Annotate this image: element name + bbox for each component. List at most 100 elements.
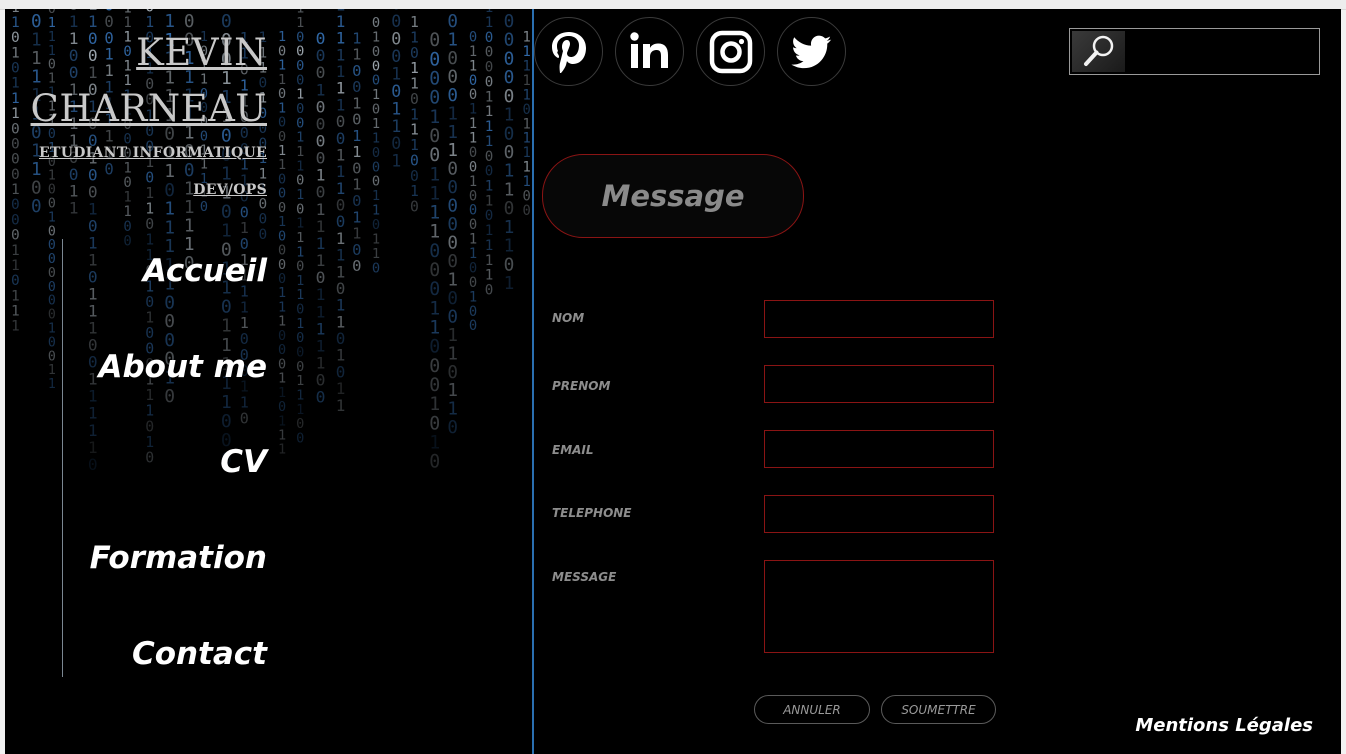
matrix-glyph: 1 — [447, 104, 458, 124]
matrix-glyph: 0 — [429, 49, 440, 70]
matrix-glyph: 0 — [48, 252, 56, 267]
message-heading-pill: Message — [542, 154, 804, 238]
matrix-glyph: 0 — [429, 260, 440, 281]
matrix-glyph: 1 — [429, 164, 440, 185]
pinterest-link[interactable] — [534, 17, 603, 86]
sidebar-panel: 1101011100001000110111001111101100011101… — [5, 9, 534, 754]
matrix-glyph: 0 — [485, 60, 494, 76]
matrix-glyph: 0 — [429, 452, 440, 473]
message-heading: Message — [601, 179, 745, 213]
legal-notice-link[interactable]: Mentions Légales — [1135, 715, 1313, 736]
matrix-glyph: 1 — [123, 15, 131, 31]
matrix-glyph: 0 — [391, 12, 401, 31]
linkedin-icon — [629, 31, 668, 68]
matrix-glyph: 0 — [184, 161, 195, 181]
twitter-link[interactable] — [777, 17, 846, 86]
matrix-glyph: 0 — [259, 197, 268, 213]
matrix-glyph: 0 — [352, 159, 361, 177]
matrix-glyph: 0 — [145, 449, 154, 466]
matrix-glyph: 0 — [48, 335, 56, 350]
search-box[interactable] — [1069, 28, 1320, 75]
matrix-glyph: 0 — [469, 318, 477, 334]
email-label: EMAIL — [552, 443, 594, 457]
matrix-glyph: 1 — [31, 67, 42, 87]
matrix-glyph: 0 — [11, 197, 20, 213]
matrix-glyph: 1 — [485, 193, 494, 209]
matrix-glyph: 1 — [48, 72, 56, 87]
matrix-glyph: 0 — [11, 61, 20, 77]
matrix-glyph: 1 — [447, 271, 458, 291]
matrix-glyph: 0 — [48, 197, 56, 212]
matrix-glyph: 0 — [447, 307, 458, 327]
matrix-glyph: 0 — [48, 266, 56, 281]
matrix-glyph: 0 — [447, 234, 458, 254]
matrix-glyph: 1 — [485, 179, 494, 195]
matrix-glyph: 1 — [429, 318, 440, 339]
matrix-glyph: 0 — [259, 227, 268, 243]
matrix-glyph: 0 — [11, 273, 20, 289]
search-input[interactable] — [1127, 31, 1317, 72]
matrix-glyph: 0 — [48, 280, 56, 295]
matrix-glyph: 1 — [391, 152, 401, 171]
submit-button[interactable]: SOUMETTRE — [881, 695, 996, 724]
matrix-glyph: 1 — [11, 288, 20, 304]
brand-subtitle-role[interactable]: DEV/OPS — [193, 182, 267, 198]
matrix-glyph: 1 — [69, 199, 79, 218]
matrix-glyph: 1 — [11, 15, 20, 31]
matrix-glyph: 0 — [447, 197, 458, 217]
email-field[interactable] — [764, 430, 994, 468]
matrix-glyph: 1 — [145, 185, 154, 202]
search-button[interactable] — [1072, 31, 1125, 72]
nav-item-about-me[interactable]: About me — [99, 349, 268, 385]
nav-item-contact[interactable]: Contact — [132, 636, 267, 672]
message-textarea[interactable] — [764, 560, 994, 653]
matrix-glyph: 1 — [429, 433, 440, 454]
matrix-glyph: 1 — [145, 403, 154, 420]
matrix-glyph: 1 — [447, 326, 458, 346]
brand-first-name[interactable]: KEVIN — [136, 31, 267, 74]
matrix-glyph: 1 — [145, 309, 154, 326]
telephone-field[interactable] — [764, 495, 994, 533]
matrix-glyph: 0 — [447, 67, 458, 87]
matrix-glyph: 1 — [11, 304, 20, 320]
linkedin-link[interactable] — [615, 17, 684, 86]
matrix-glyph: 0 — [11, 152, 20, 168]
nav-item-accueil[interactable]: Accueil — [143, 253, 267, 289]
matrix-glyph: 0 — [11, 137, 20, 153]
matrix-glyph: 0 — [429, 88, 440, 109]
nav-item-formation[interactable]: Formation — [90, 540, 267, 576]
matrix-glyph: 0 — [31, 178, 42, 198]
matrix-glyph: 0 — [429, 375, 440, 396]
prenom-field[interactable] — [764, 365, 994, 403]
matrix-glyph: 1 — [48, 44, 56, 59]
matrix-glyph: 1 — [221, 392, 232, 413]
nav-item-cv[interactable]: CV — [220, 444, 267, 480]
message-label: MESSAGE — [552, 570, 617, 584]
nom-field[interactable] — [764, 300, 994, 338]
matrix-glyph: 0 — [352, 111, 361, 129]
matrix-glyph: 0 — [104, 29, 113, 47]
matrix-glyph: 0 — [447, 160, 458, 180]
matrix-glyph: 1 — [485, 268, 494, 284]
matrix-glyph: 1 — [11, 91, 20, 107]
matrix-glyph: 1 — [352, 225, 361, 243]
matrix-glyph: 0 — [123, 233, 131, 249]
matrix-glyph: 0 — [429, 279, 440, 300]
matrix-glyph: 0 — [11, 30, 20, 46]
matrix-glyph: 0 — [429, 126, 440, 147]
twitter-icon — [790, 35, 831, 68]
matrix-glyph: 1 — [429, 203, 440, 224]
matrix-glyph: 0 — [104, 13, 113, 31]
matrix-glyph: 1 — [259, 166, 268, 182]
matrix-glyph: 0 — [429, 413, 440, 434]
brand-last-name[interactable]: CHARNEAU — [31, 87, 267, 130]
brand-subtitle[interactable]: ETUDIANT INFORMATIQUE — [39, 145, 267, 161]
cancel-button[interactable]: ANNULER — [754, 695, 870, 724]
matrix-glyph: 0 — [447, 252, 458, 272]
matrix-glyph: 0 — [485, 45, 494, 61]
matrix-glyph: 0 — [240, 409, 249, 427]
matrix-glyph: 0 — [447, 418, 458, 438]
matrix-glyph: 1 — [48, 363, 56, 378]
instagram-link[interactable] — [696, 17, 765, 86]
matrix-glyph: 0 — [123, 175, 131, 191]
